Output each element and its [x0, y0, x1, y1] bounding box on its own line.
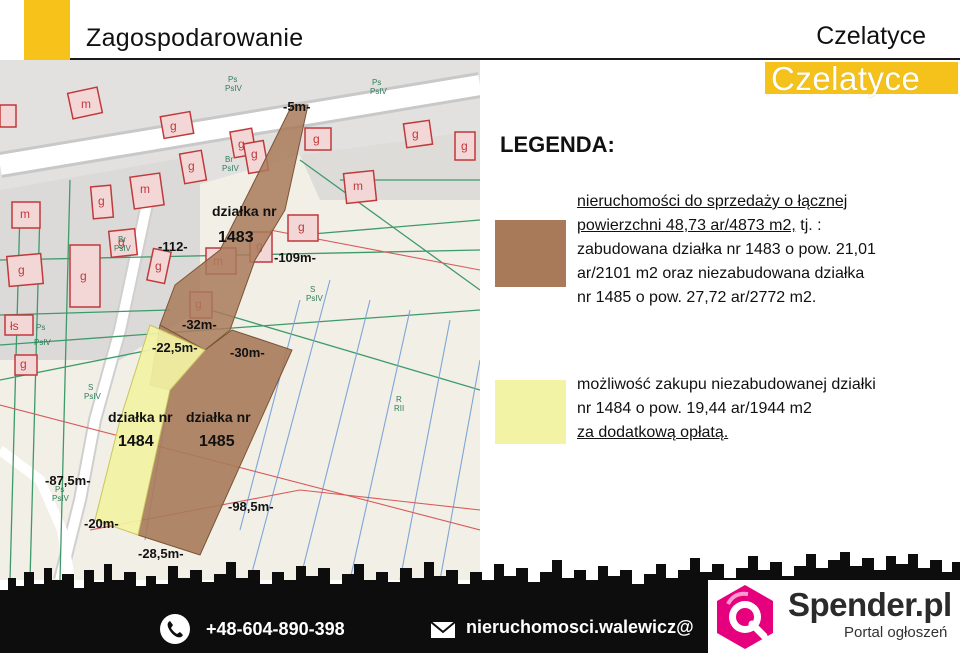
dimension-22-5m: -22,5m- [152, 340, 198, 355]
spender-subtitle: Portal ogłoszeń [844, 624, 948, 641]
svg-text:PsIV: PsIV [114, 244, 132, 253]
svg-text:Ps: Ps [228, 75, 237, 84]
dimension-32m: -32m- [182, 317, 217, 332]
svg-text:m: m [81, 97, 91, 111]
svg-text:g: g [461, 139, 468, 153]
svg-text:g: g [20, 357, 27, 371]
legend-item1-line1: nieruchomości do sprzedaży o łącznej [577, 193, 848, 210]
svg-text:PsIV: PsIV [52, 494, 70, 503]
svg-text:PsIV: PsIV [84, 392, 102, 401]
svg-text:g: g [18, 263, 25, 277]
spender-logo-icon [717, 585, 773, 649]
parcel-1485-label-line1: działka nr [186, 409, 251, 425]
svg-text:g: g [98, 194, 105, 208]
svg-text:Ps: Ps [372, 78, 381, 87]
dimension-98-5m: -98,5m- [228, 499, 274, 514]
legend-item-sale: nieruchomości do sprzedaży o łącznej pow… [577, 190, 876, 310]
legend-item2-line2: nr 1484 o pow. 19,44 ar/1944 m2 [577, 400, 812, 417]
logo-text: Czelatyce [771, 60, 921, 97]
svg-text:m: m [20, 207, 30, 221]
legend-item2-line3: za dodatkową opłatą. [577, 424, 729, 441]
phone-number[interactable]: +48-604-890-398 [206, 619, 345, 640]
svg-text:g: g [298, 220, 305, 234]
dimension-112: -112- [158, 239, 188, 254]
legend-swatch-brown [495, 220, 566, 287]
svg-text:R: R [396, 395, 402, 404]
legend-item1-line2-tail: tj. : [795, 217, 822, 234]
svg-text:PsIV: PsIV [225, 84, 243, 93]
svg-text:g: g [80, 269, 87, 283]
legend-title: LEGENDA: [500, 132, 615, 157]
svg-text:m: m [140, 182, 150, 196]
dimension-87-5m: -87,5m- [45, 473, 91, 488]
spender-name: Spender.pl [788, 586, 952, 623]
legend-item1-line3: zabudowana działka nr 1483 o pow. 21,01 [577, 241, 876, 258]
spender-watermark[interactable]: Spender.pl Portal ogłoszeń [708, 580, 960, 653]
svg-text:g: g [238, 137, 245, 151]
parcel-1483-label-line2: 1483 [218, 229, 254, 246]
svg-text:g: g [412, 127, 419, 141]
svg-text:S: S [88, 383, 93, 392]
legend-swatch-yellow [495, 380, 566, 444]
svg-text:PsIV: PsIV [222, 164, 240, 173]
svg-text:g: g [313, 132, 320, 146]
svg-text:PsIV: PsIV [370, 87, 388, 96]
parcel-1484-label-line2: 1484 [118, 433, 154, 450]
parcel-1484-label-line1: działka nr [108, 409, 173, 425]
svg-text:g: g [188, 159, 195, 173]
svg-text:m: m [353, 179, 363, 193]
svg-text:Br: Br [225, 155, 233, 164]
legend-item2-line1: możliwość zakupu niezabudowanej działki [577, 376, 876, 393]
place-name: Czelatyce [816, 22, 926, 50]
slide: Zagospodarowanie Czelatyce Czelatyce m g… [0, 0, 960, 653]
legend-item-optional: możliwość zakupu niezabudowanej działki … [577, 373, 876, 445]
svg-text:Br: Br [118, 235, 126, 244]
svg-text:g: g [251, 147, 258, 161]
legend-item1-line5: nr 1485 o pow. 27,72 ar/2772 m2. [577, 289, 817, 306]
mail-icon [430, 621, 456, 638]
svg-text:S: S [310, 285, 315, 294]
svg-text:PsIV: PsIV [306, 294, 324, 303]
dimension-30m: -30m- [230, 345, 265, 360]
svg-text:łs: łs [10, 319, 19, 333]
dimension-20m: -20m- [84, 516, 119, 531]
email-address[interactable]: nieruchomosci.walewicz@ [466, 617, 694, 638]
svg-text:PsIV: PsIV [34, 338, 52, 347]
legend-item1-line4: ar/2101 m2 oraz niezabudowana działka [577, 265, 865, 282]
legend-item1-line2: powierzchni 48,73 ar/4873 m2, [577, 217, 796, 234]
page-title: Zagospodarowanie [86, 24, 304, 52]
cadastral-map: mgg ggg ggm gmg ggg mgg mgłs g PsPsIV Ps… [0, 60, 480, 580]
parcel-1485-label-line2: 1485 [199, 433, 235, 450]
parcel-1483-label-line1: działka nr [212, 203, 277, 219]
svg-text:RII: RII [394, 404, 404, 413]
svg-text:Ps: Ps [36, 323, 45, 332]
phone-icon [160, 614, 190, 644]
svg-text:g: g [155, 259, 162, 273]
dimension-5m: -5m- [283, 99, 310, 114]
svg-text:g: g [170, 119, 177, 133]
dimension-109m: -109m- [274, 250, 316, 265]
